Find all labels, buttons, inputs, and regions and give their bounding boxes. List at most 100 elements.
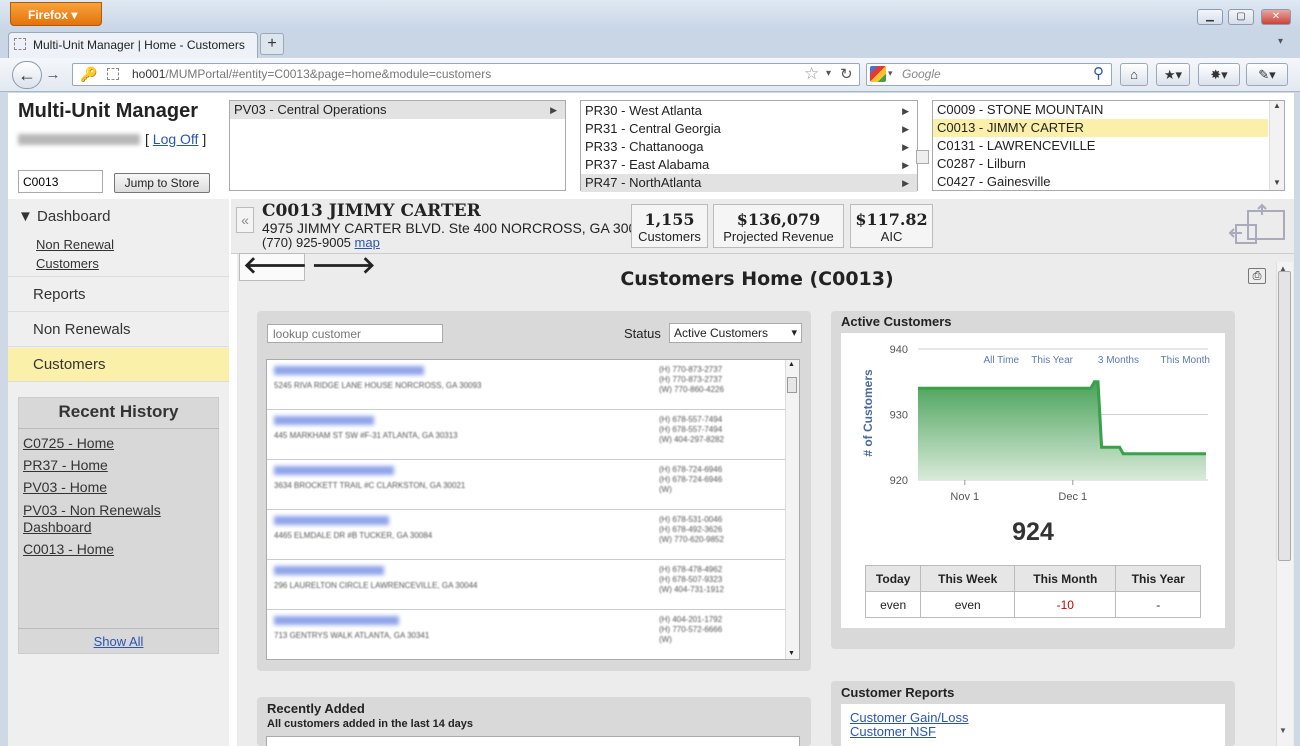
report-link-nsf[interactable]: Customer NSF: [850, 724, 936, 739]
tools-button[interactable]: ✎▾: [1246, 63, 1288, 86]
report-link-gain-loss[interactable]: Customer Gain/Loss: [850, 710, 969, 725]
new-tab-button[interactable]: +: [260, 33, 284, 55]
metric-label: Customers: [638, 229, 701, 244]
history-link[interactable]: PV03 - Home: [23, 479, 107, 496]
addon-icon: ✸▾: [1210, 67, 1228, 82]
chevron-right-icon: ▶: [902, 178, 909, 188]
store-list-scrollbar[interactable]: ▲ ▼: [1269, 101, 1284, 190]
sidebar-item-dashboard[interactable]: ▼ Dashboard: [8, 207, 229, 233]
customer-list-scroll-thumb[interactable]: [787, 377, 797, 393]
page-favicon-icon: [14, 38, 26, 50]
jump-to-store-button[interactable]: Jump to Store: [114, 173, 210, 193]
status-select[interactable]: Active Customers: [669, 323, 802, 343]
scroll-up-icon[interactable]: ▲: [1279, 264, 1287, 273]
table-header: This Week: [920, 565, 1016, 592]
bookmark-star-icon[interactable]: ☆: [804, 64, 819, 84]
forward-button[interactable]: →: [42, 64, 64, 86]
list-item[interactable]: 296 LAURELTON CIRCLE LAWRENCEVILLE, GA 3…: [267, 560, 785, 610]
google-engine-icon[interactable]: [870, 66, 886, 82]
tab-list-icon[interactable]: ▾: [1278, 36, 1283, 47]
customer-name-redacted: [274, 366, 424, 375]
bookmarks-button[interactable]: ★▾: [1156, 63, 1190, 86]
addon-button[interactable]: ✸▾: [1198, 63, 1240, 86]
store-number-input[interactable]: [18, 170, 103, 193]
list-item[interactable]: 3634 BROCKETT TRAIL #C CLARKSTON, GA 300…: [267, 460, 785, 510]
range-link[interactable]: All Time: [983, 355, 1019, 366]
firefox-menu-button[interactable]: Firefox ▾: [10, 2, 102, 26]
history-link[interactable]: PR37 - Home: [23, 457, 108, 474]
browser-tab[interactable]: Multi-Unit Manager | Home - Customers: [8, 32, 258, 58]
table-header: This Month: [1014, 565, 1117, 592]
page-title: Customers Home (C0013): [620, 268, 894, 290]
scroll-down-icon[interactable]: ▼: [788, 650, 795, 657]
phone: (H) 678-507-9323: [659, 575, 723, 584]
sidebar-item-reports[interactable]: Reports: [8, 278, 229, 312]
close-window-button[interactable]: ✕: [1261, 9, 1291, 25]
site-identity-icon[interactable]: [107, 68, 119, 80]
tree-item-pr31[interactable]: PR31 - Central Georgia ▶: [581, 120, 917, 138]
customer-list-scrollbar[interactable]: [785, 360, 799, 659]
history-link[interactable]: C0013 - Home: [23, 541, 114, 558]
search-icon[interactable]: ⚲: [1093, 64, 1104, 82]
lookup-customer-input[interactable]: [267, 324, 443, 343]
history-divider: [18, 628, 219, 629]
tree-item-c0427[interactable]: C0427 - Gainesville: [933, 173, 1284, 191]
firefox-menu-label: Firefox: [28, 8, 69, 22]
maximize-button[interactable]: ▢: [1228, 9, 1254, 25]
tree-item-c0287[interactable]: C0287 - Lilburn: [933, 155, 1284, 173]
tree-scroll-thumb[interactable]: [916, 150, 929, 164]
phone: (H) 678-492-3626: [659, 525, 723, 534]
phone: (W) 770-860-4226: [659, 385, 724, 394]
list-item[interactable]: 713 GENTRYS WALK ATLANTA, GA 30341 (H) 4…: [267, 610, 785, 659]
print-icon[interactable]: ⎙: [1248, 268, 1266, 284]
map-link[interactable]: map: [355, 235, 380, 250]
key-icon: 🔑: [80, 66, 98, 82]
y-tick-label: 930: [890, 410, 908, 422]
minimize-button[interactable]: ▁: [1197, 9, 1223, 25]
show-all-link[interactable]: Show All: [18, 634, 219, 649]
range-link[interactable]: This Month: [1161, 355, 1210, 366]
metric-value: $117.82: [855, 210, 928, 229]
store-phone: (770) 925-9005: [262, 235, 351, 250]
customer-address: 5245 RIVA RIDGE LANE HOUSE NORCROSS, GA …: [274, 381, 482, 390]
list-item[interactable]: 5245 RIVA RIDGE LANE HOUSE NORCROSS, GA …: [267, 360, 785, 410]
sidebar-item-non-renewals[interactable]: Non Renewals: [8, 313, 229, 347]
sidebar-item-customers[interactable]: Customers: [8, 348, 229, 382]
tree-item-c0131[interactable]: C0131 - LAWRENCEVILLE: [933, 137, 1284, 155]
tree-item-pr37[interactable]: PR37 - East Alabama ▶: [581, 156, 917, 174]
tree-item-c0013[interactable]: C0013 - JIMMY CARTER: [933, 119, 1268, 137]
tree-item-pr47[interactable]: PR47 - NorthAtlanta ▶: [581, 174, 917, 192]
back-button[interactable]: ←: [12, 61, 42, 89]
tree-item-c0009[interactable]: C0009 - STONE MOUNTAIN: [933, 101, 1284, 119]
scroll-down-icon[interactable]: ▼: [1279, 726, 1287, 735]
sidebar-sublink-customers[interactable]: Customers: [36, 256, 99, 271]
logoff-link[interactable]: Log Off: [153, 131, 199, 147]
range-link[interactable]: This Year: [1031, 355, 1073, 366]
history-link[interactable]: C0725 - Home: [23, 435, 114, 452]
tree-item-pv03[interactable]: PV03 - Central Operations ▶: [230, 101, 565, 119]
customer-address: 3634 BROCKETT TRAIL #C CLARKSTON, GA 300…: [274, 481, 466, 490]
url-text[interactable]: ho001/MUMPortal/#entity=C0013&page=home&…: [132, 67, 491, 81]
scroll-up-icon[interactable]: ▲: [788, 361, 795, 368]
search-engine-dropdown-icon[interactable]: ▾: [888, 68, 893, 79]
tree-item-pr30[interactable]: PR30 - West Atlanta ▶: [581, 102, 917, 120]
home-icon: ⌂: [1130, 67, 1138, 82]
x-tick-label: Dec 1: [1058, 491, 1087, 503]
list-item[interactable]: 445 MARKHAM ST SW #F-31 ATLANTA, GA 3031…: [267, 410, 785, 460]
recently-added-subtitle: All customers added in the last 14 days: [267, 718, 474, 730]
tree-item-pr33[interactable]: PR33 - Chattanooga ▶: [581, 138, 917, 156]
sidebar-sublink-non-renewal[interactable]: Non Renewal: [36, 237, 114, 252]
phone: (W) 404-731-1912: [659, 585, 724, 594]
home-button[interactable]: ⌂: [1120, 63, 1148, 86]
active-customer-count: 924: [1012, 518, 1054, 546]
collapse-sidebar-icon[interactable]: «: [236, 207, 254, 233]
range-link[interactable]: 3 Months: [1098, 355, 1139, 366]
table-header: Today: [864, 565, 922, 592]
table-cell: -10: [1014, 591, 1117, 618]
list-item[interactable]: 4465 ELMDALE DR #B TUCKER, GA 30084 (H) …: [267, 510, 785, 560]
page-scroll-thumb[interactable]: [1278, 271, 1291, 561]
url-history-dropdown-icon[interactable]: ▾: [826, 68, 831, 79]
switch-view-icon[interactable]: [1228, 203, 1286, 247]
history-link[interactable]: PV03 - Non Renewals Dashboard: [23, 502, 203, 536]
reload-icon[interactable]: ↻: [840, 65, 853, 83]
